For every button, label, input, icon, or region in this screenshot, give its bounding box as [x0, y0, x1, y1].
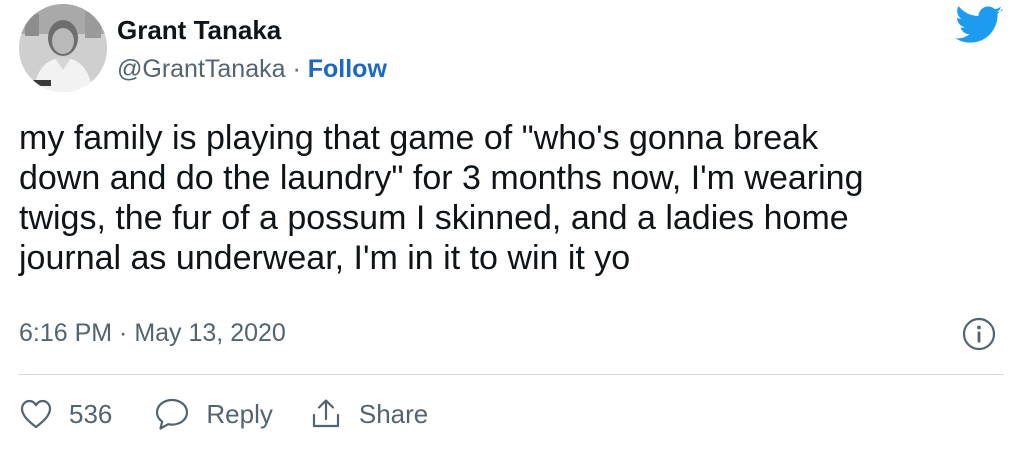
tweet-time[interactable]: 6:16 PM — [19, 319, 112, 347]
info-icon[interactable] — [962, 317, 996, 351]
tweet-text: my family is playing that game of "who's… — [19, 119, 864, 277]
author-name[interactable]: Grant Tanaka — [117, 14, 281, 46]
divider — [19, 374, 1004, 375]
handle-separator: · — [285, 55, 308, 83]
tweet-card: Grant Tanaka @GrantTanaka · Follow my fa… — [0, 0, 1024, 449]
avatar-photo — [19, 4, 107, 92]
share-button[interactable]: Share — [309, 397, 428, 431]
author-handle[interactable]: @GrantTanaka — [117, 55, 286, 83]
share-icon — [312, 399, 339, 428]
reply-label: Reply — [206, 399, 273, 429]
speech-bubble-icon — [156, 398, 189, 430]
tweet-date[interactable]: May 13, 2020 — [134, 319, 286, 347]
share-label: Share — [358, 399, 429, 429]
like-count: 536 — [69, 399, 113, 429]
heart-icon — [20, 399, 52, 429]
author-handle-row: @GrantTanaka · Follow — [117, 53, 387, 85]
timestamp-separator: · — [112, 319, 135, 347]
action-bar: 536 Reply Share — [19, 394, 428, 434]
twitter-bird-icon[interactable] — [955, 6, 1003, 46]
timestamp-row: 6:16 PM · May 13, 2020 — [19, 317, 286, 349]
like-button[interactable]: 536 — [19, 398, 112, 430]
follow-button[interactable]: Follow — [308, 55, 387, 83]
reply-button[interactable]: Reply — [154, 397, 273, 431]
avatar[interactable] — [19, 4, 107, 92]
